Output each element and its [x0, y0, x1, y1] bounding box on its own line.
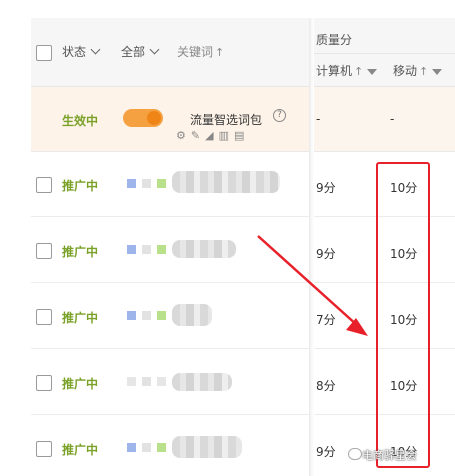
arrow-annotation [257, 235, 368, 336]
chart-icon[interactable]: ◢ [205, 129, 218, 142]
device-indicator [142, 179, 151, 188]
row-checkbox[interactable] [36, 441, 52, 457]
smart-package-row-scores [314, 87, 455, 151]
watermark-text: 电商驿星会 [362, 449, 417, 462]
filter-icon[interactable] [432, 69, 443, 75]
row-checkbox[interactable] [36, 375, 52, 391]
computer-score: 8分 [316, 379, 336, 393]
select-all-checkbox[interactable] [36, 45, 52, 61]
wrench-icon[interactable]: ✎ [191, 129, 205, 142]
device-indicator [157, 311, 166, 320]
help-icon[interactable]: ? [273, 109, 286, 122]
chevron-down-icon [90, 44, 101, 55]
sort-up-icon[interactable]: ↑ [354, 65, 363, 78]
wechat-icon [348, 448, 362, 460]
filter-icon[interactable] [367, 69, 378, 75]
sort-up-icon[interactable]: ↑ [215, 46, 224, 59]
keyword-header[interactable]: 关键词 ↑ [177, 43, 224, 60]
blurred-keyword[interactable] [172, 436, 242, 458]
toggle-knob [147, 111, 161, 125]
package-name[interactable]: 流量智选词包 [190, 111, 262, 128]
device-indicator [142, 245, 151, 254]
keyword-table: 状态 全部 关键词 ↑ 质量分 计算机 ↑ 移动 ↑ 生效中 流量智选词包 ? ⚙✎◢… [0, 0, 455, 476]
package-tools: ⚙✎◢▥▤ [176, 129, 249, 142]
package-status: 生效中 [62, 114, 99, 128]
keyword-header-label: 关键词 [177, 45, 214, 59]
device-indicator [127, 311, 136, 320]
package-toggle[interactable] [123, 109, 163, 127]
chevron-down-icon [149, 44, 160, 55]
package-mobile-score: - [390, 112, 395, 126]
device-indicator [157, 179, 166, 188]
computer-header-label: 计算机 [316, 64, 353, 78]
row-status: 推广中 [62, 179, 99, 193]
mobile-header-label: 移动 [393, 64, 418, 78]
device-indicator [157, 443, 166, 452]
blurred-keyword[interactable] [172, 304, 212, 326]
blurred-keyword[interactable] [172, 171, 280, 193]
status-filter[interactable]: 状态 [62, 43, 101, 60]
device-indicator [142, 377, 151, 386]
computer-score: 9分 [316, 445, 336, 459]
row-status: 推广中 [62, 377, 99, 391]
clipboard-icon[interactable]: ▤ [234, 129, 249, 142]
device-indicator [157, 245, 166, 254]
device-indicator [142, 311, 151, 320]
all-header-label: 全部 [121, 45, 146, 59]
highlight-box [376, 162, 430, 468]
row-status: 推广中 [62, 245, 99, 259]
device-indicator [127, 179, 136, 188]
quality-header-label: 质量分 [316, 33, 353, 47]
package-computer-score: - [316, 112, 321, 126]
status-header-label: 状态 [62, 45, 87, 59]
device-indicator [157, 377, 166, 386]
computer-score: 9分 [316, 181, 336, 195]
row-checkbox[interactable] [36, 243, 52, 259]
device-indicator [142, 443, 151, 452]
blurred-keyword[interactable] [172, 373, 232, 391]
row-status: 推广中 [62, 311, 99, 325]
row-status: 推广中 [62, 443, 99, 457]
row-checkbox[interactable] [36, 309, 52, 325]
row-divider [31, 151, 455, 152]
sort-up-icon[interactable]: ↑ [419, 65, 428, 78]
all-filter[interactable]: 全部 [121, 43, 160, 60]
settings-icon[interactable]: ⚙ [176, 129, 191, 142]
bar-chart-icon[interactable]: ▥ [219, 129, 234, 142]
blurred-keyword[interactable] [172, 240, 236, 258]
device-indicator [127, 443, 136, 452]
mobile-header[interactable]: 移动 ↑ [393, 62, 443, 79]
device-indicator [127, 245, 136, 254]
row-checkbox[interactable] [36, 177, 52, 193]
device-indicator [127, 377, 136, 386]
computer-header[interactable]: 计算机 ↑ [316, 62, 378, 79]
quality-header-divider [314, 53, 455, 54]
